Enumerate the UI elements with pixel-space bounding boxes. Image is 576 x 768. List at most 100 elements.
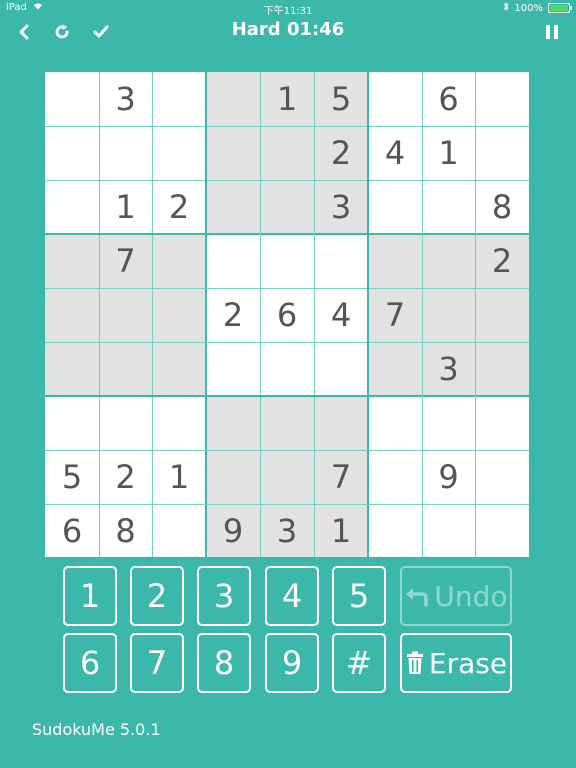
- sudoku-cell[interactable]: 2: [314, 126, 368, 180]
- sudoku-cell[interactable]: 5: [314, 72, 368, 126]
- sudoku-cell[interactable]: [368, 396, 422, 450]
- sudoku-cell[interactable]: 9: [206, 504, 260, 557]
- sudoku-cell[interactable]: 1: [99, 180, 152, 234]
- sudoku-cell[interactable]: 6: [422, 72, 475, 126]
- number-key[interactable]: 4: [265, 566, 319, 626]
- sudoku-cell[interactable]: [368, 72, 422, 126]
- sudoku-cell[interactable]: [99, 342, 152, 396]
- sudoku-cell[interactable]: [314, 234, 368, 288]
- sudoku-cell[interactable]: [206, 396, 260, 450]
- sudoku-cell[interactable]: 3: [260, 504, 314, 557]
- sudoku-cell[interactable]: [206, 126, 260, 180]
- sudoku-cell[interactable]: [475, 72, 529, 126]
- sudoku-cell[interactable]: [422, 504, 475, 557]
- sudoku-cell[interactable]: [45, 234, 99, 288]
- sudoku-cell[interactable]: 7: [99, 234, 152, 288]
- sudoku-cell[interactable]: [99, 396, 152, 450]
- number-key[interactable]: 1: [63, 566, 117, 626]
- sudoku-cell[interactable]: [422, 234, 475, 288]
- sudoku-cell[interactable]: [475, 342, 529, 396]
- erase-button[interactable]: Erase: [400, 633, 512, 693]
- sudoku-cell[interactable]: 5: [45, 450, 99, 504]
- sudoku-cell[interactable]: 3: [314, 180, 368, 234]
- sudoku-cell[interactable]: 4: [368, 126, 422, 180]
- sudoku-cell[interactable]: [45, 180, 99, 234]
- sudoku-cell[interactable]: [152, 126, 206, 180]
- sudoku-cell[interactable]: [206, 234, 260, 288]
- sudoku-cell[interactable]: 9: [422, 450, 475, 504]
- sudoku-cell[interactable]: [45, 72, 99, 126]
- undo-button[interactable]: Undo: [400, 566, 512, 626]
- sudoku-cell[interactable]: [260, 234, 314, 288]
- sudoku-cell[interactable]: 6: [45, 504, 99, 557]
- sudoku-cell[interactable]: [206, 72, 260, 126]
- sudoku-cell[interactable]: 1: [152, 450, 206, 504]
- sudoku-cell[interactable]: [260, 342, 314, 396]
- sudoku-cell[interactable]: 2: [475, 234, 529, 288]
- number-key[interactable]: 8: [197, 633, 251, 693]
- sudoku-cell[interactable]: [368, 342, 422, 396]
- sudoku-cell[interactable]: 3: [422, 342, 475, 396]
- sudoku-cell[interactable]: 8: [475, 180, 529, 234]
- sudoku-cell[interactable]: [206, 342, 260, 396]
- sudoku-cell[interactable]: 3: [99, 72, 152, 126]
- number-key[interactable]: 3: [197, 566, 251, 626]
- sudoku-cell[interactable]: [152, 342, 206, 396]
- sudoku-cell[interactable]: [152, 396, 206, 450]
- sudoku-cell[interactable]: 8: [99, 504, 152, 557]
- sudoku-cell[interactable]: [422, 288, 475, 342]
- sudoku-cell[interactable]: 2: [99, 450, 152, 504]
- number-key[interactable]: 5: [332, 566, 386, 626]
- sudoku-cell[interactable]: [475, 396, 529, 450]
- sudoku-cell[interactable]: [99, 126, 152, 180]
- sudoku-cell[interactable]: 1: [314, 504, 368, 557]
- sudoku-cell[interactable]: 7: [314, 450, 368, 504]
- sudoku-cell[interactable]: [152, 288, 206, 342]
- sudoku-cell[interactable]: 2: [152, 180, 206, 234]
- grid-line-vertical: [421, 72, 423, 557]
- grid-line-horizontal: [45, 503, 529, 505]
- sudoku-cell[interactable]: [260, 396, 314, 450]
- sudoku-cell[interactable]: [475, 450, 529, 504]
- sudoku-cell[interactable]: [45, 288, 99, 342]
- undo-label: Undo: [434, 579, 508, 613]
- sudoku-cell[interactable]: 7: [368, 288, 422, 342]
- sudoku-cell[interactable]: 2: [206, 288, 260, 342]
- sudoku-cell[interactable]: [368, 180, 422, 234]
- number-key[interactable]: 9: [265, 633, 319, 693]
- bluetooth-icon: [503, 1, 510, 14]
- sudoku-cell[interactable]: [422, 396, 475, 450]
- sudoku-cell[interactable]: [206, 450, 260, 504]
- grid-line-horizontal: [45, 341, 529, 343]
- sudoku-cell[interactable]: [368, 504, 422, 557]
- sudoku-cell[interactable]: [152, 72, 206, 126]
- sudoku-cell[interactable]: [368, 234, 422, 288]
- sudoku-cell[interactable]: [314, 396, 368, 450]
- grid-line-vertical: [313, 72, 315, 557]
- sudoku-cell[interactable]: [314, 342, 368, 396]
- sudoku-cell[interactable]: [206, 180, 260, 234]
- sudoku-cell[interactable]: 4: [314, 288, 368, 342]
- sudoku-cell[interactable]: 6: [260, 288, 314, 342]
- sudoku-cell[interactable]: 1: [260, 72, 314, 126]
- sudoku-cell[interactable]: [152, 234, 206, 288]
- sudoku-cell[interactable]: [260, 180, 314, 234]
- sudoku-cell[interactable]: [99, 288, 152, 342]
- sudoku-cell[interactable]: 1: [422, 126, 475, 180]
- pause-button[interactable]: [540, 20, 564, 44]
- number-key[interactable]: 2: [130, 566, 184, 626]
- number-key[interactable]: 7: [130, 633, 184, 693]
- number-key[interactable]: #: [332, 633, 386, 693]
- sudoku-cell[interactable]: [260, 126, 314, 180]
- sudoku-cell[interactable]: [45, 342, 99, 396]
- sudoku-cell[interactable]: [475, 288, 529, 342]
- sudoku-cell[interactable]: [45, 126, 99, 180]
- sudoku-cell[interactable]: [45, 396, 99, 450]
- sudoku-cell[interactable]: [475, 126, 529, 180]
- sudoku-cell[interactable]: [422, 180, 475, 234]
- sudoku-cell[interactable]: [368, 450, 422, 504]
- number-key[interactable]: 6: [63, 633, 117, 693]
- sudoku-cell[interactable]: [475, 504, 529, 557]
- sudoku-cell[interactable]: [152, 504, 206, 557]
- sudoku-cell[interactable]: [260, 450, 314, 504]
